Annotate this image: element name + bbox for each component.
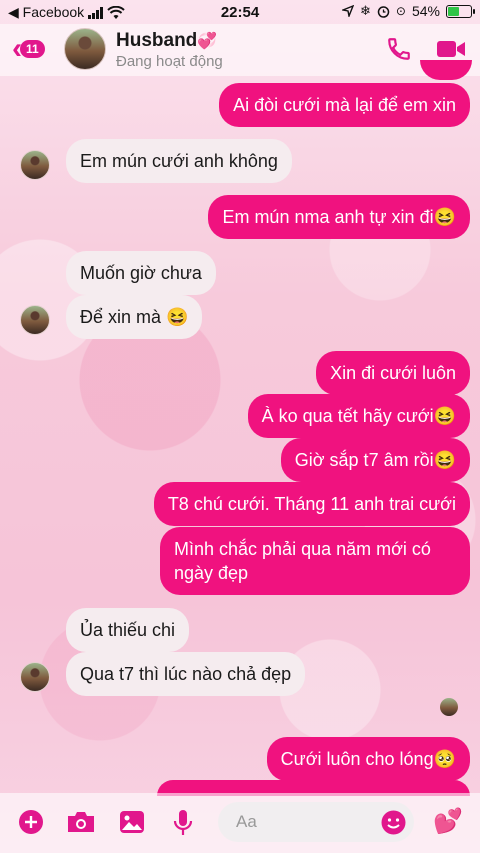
- status-bar: ◀ Facebook 22:54 ❄ ⊙ 54%: [0, 0, 480, 24]
- message-bubble-outgoing[interactable]: À ko qua tết hãy cưới😆: [247, 394, 470, 438]
- sender-avatar[interactable]: [20, 305, 50, 335]
- location-icon: [342, 5, 354, 17]
- snowflake-icon: ❄: [360, 3, 371, 18]
- message-bubble-incoming[interactable]: Ủa thiếu chi: [66, 608, 190, 652]
- phone-call-icon[interactable]: [386, 36, 412, 62]
- unread-count-badge: 11: [20, 40, 45, 58]
- message-bubble-incoming[interactable]: Qua t7 thì lúc nào chả đẹp: [66, 652, 306, 696]
- emoji-icon[interactable]: [381, 810, 406, 835]
- orientation-lock-icon: ⊙: [395, 4, 406, 18]
- alarm-icon: [377, 5, 390, 18]
- message-bubble-partial: [420, 60, 472, 80]
- contact-status: Đang hoạt động: [116, 53, 223, 70]
- seen-receipt-avatar: [440, 698, 458, 716]
- message-bubble-outgoing[interactable]: Giờ sắp t7 âm rồi😆: [280, 438, 470, 482]
- message-bubble-incoming[interactable]: Muốn giờ chưa: [66, 251, 216, 295]
- message-bubble-outgoing[interactable]: Em mún nma anh tự xin đi😆: [208, 195, 470, 239]
- message-bubble-outgoing-multiline[interactable]: Mình chắc phải qua năm mới có ngày đẹp: [160, 527, 470, 595]
- contact-name-row[interactable]: Husband💞: [116, 30, 217, 52]
- plus-icon[interactable]: [18, 809, 44, 835]
- message-bubble-outgoing[interactable]: Ai đòi cưới mà lại để em xin: [219, 83, 470, 127]
- message-bubble-incoming[interactable]: Để xin mà 😆: [66, 295, 203, 339]
- message-bubble-outgoing[interactable]: Cưới luôn cho lóng🥺: [266, 737, 470, 781]
- message-composer: 💕: [0, 793, 480, 853]
- status-right: ❄ ⊙ 54%: [342, 3, 475, 19]
- microphone-icon[interactable]: [172, 809, 194, 837]
- heart-icon: 💞: [197, 33, 218, 50]
- quick-reaction-hearts-icon[interactable]: 💕: [433, 807, 463, 836]
- contact-avatar[interactable]: [64, 28, 106, 70]
- battery-level-fill: [448, 6, 460, 16]
- back-button[interactable]: ‹ 11: [12, 34, 45, 64]
- message-bubble-incoming[interactable]: Em mún cưới anh không: [66, 139, 292, 183]
- sender-avatar[interactable]: [20, 662, 50, 692]
- chat-screen: ◀ Facebook 22:54 ❄ ⊙ 54% ‹ 11 Husband💞 Đ…: [0, 0, 480, 853]
- message-text-line: ngày đẹp: [174, 563, 249, 583]
- message-text-line: Mình chắc phải qua năm mới có: [174, 539, 431, 559]
- message-bubble-outgoing[interactable]: Xin đi cưới luôn: [316, 351, 470, 395]
- sender-avatar[interactable]: [20, 150, 50, 180]
- image-icon[interactable]: [119, 809, 145, 835]
- header-actions: [386, 36, 466, 62]
- contact-name: Husband: [116, 30, 198, 51]
- camera-icon[interactable]: [66, 809, 96, 835]
- video-call-icon[interactable]: [436, 38, 466, 60]
- conversation-header: ‹ 11 Husband💞 Đang hoạt động: [0, 24, 480, 76]
- battery-percent: 54%: [411, 3, 440, 19]
- battery-icon: [446, 4, 475, 18]
- message-bubble-outgoing[interactable]: T8 chú cưới. Tháng 11 anh trai cưới: [153, 482, 470, 526]
